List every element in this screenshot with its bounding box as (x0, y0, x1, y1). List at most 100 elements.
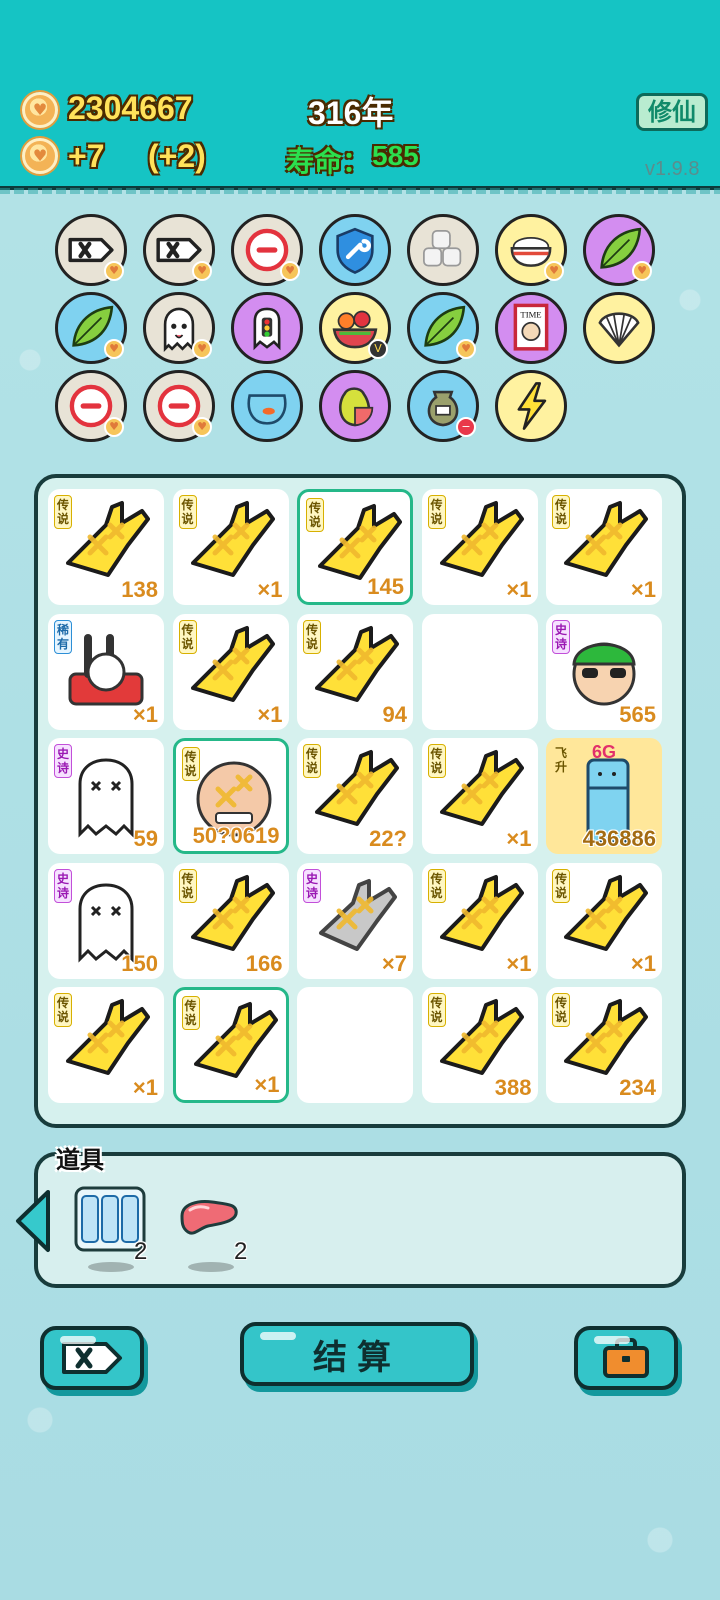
leaf-icon[interactable]: ♥ (55, 292, 127, 364)
item-count: 2 (134, 1238, 148, 1265)
board-cell[interactable]: 史诗 150 (48, 862, 164, 979)
board-cell[interactable]: 传说 ×1 (421, 489, 538, 605)
item-shadow (188, 1262, 234, 1272)
cell-count: 59 (133, 826, 158, 851)
board-cell[interactable]: 史诗 ×7 (297, 862, 413, 979)
minus-circle-icon[interactable]: ♥ (231, 214, 303, 286)
time-magazine-icon[interactable]: TIME (495, 292, 567, 364)
income-coin-icon: ♥ (22, 138, 58, 174)
board-cell[interactable]: 传说 94 (297, 613, 413, 730)
board-cell[interactable]: 史诗 565 (546, 613, 662, 730)
cell-count: ×1 (506, 577, 532, 602)
board-cell[interactable]: 传说 138 (48, 489, 164, 605)
cell-count: ×1 (257, 701, 283, 727)
board-cell[interactable]: 传说 ×1 (421, 738, 538, 854)
ghost-icon[interactable]: ♥ (143, 292, 215, 364)
board-cell[interactable]: 飞升 6G 436886 (546, 738, 662, 854)
heart-badge-icon: ♥ (104, 417, 124, 437)
rarity-tag: 传说 (178, 619, 197, 654)
rarity-tag: 传说 (303, 619, 321, 654)
board-cell[interactable]: 稀有 ×1 (48, 613, 164, 730)
settle-button-label: 结算 (313, 1337, 401, 1378)
v-badge-icon: V (368, 339, 388, 359)
board-cell[interactable]: 传说 166 (172, 862, 289, 979)
leaf-icon[interactable]: ♥ (407, 292, 479, 364)
coin-total: 2304667 (68, 90, 193, 126)
board-cell[interactable]: 传说 ×1 (172, 613, 289, 730)
item-count: 2 (234, 1238, 248, 1265)
cell-count: ×1 (630, 577, 656, 602)
board-cell[interactable]: 传说 ×1 (421, 862, 538, 979)
lightning-icon[interactable] (495, 370, 567, 442)
battery-cross-icon[interactable]: ♥ (55, 214, 127, 286)
rice-bowl-icon[interactable]: ♥ (495, 214, 567, 286)
leaf-icon[interactable]: ♥ (583, 214, 655, 286)
rarity-tag: 传说 (54, 495, 72, 529)
heart-badge-icon: ♥ (104, 339, 124, 359)
board-cell[interactable]: 传说 388 (421, 987, 538, 1103)
rarity-tag: 史诗 (54, 744, 72, 778)
board-cell[interactable]: 传说 ×1 (172, 489, 289, 605)
lifespan-label: 寿命： (286, 146, 371, 177)
rarity-tag: 传说 (552, 868, 570, 903)
button-shine (594, 1336, 630, 1344)
coin-icon: ♥ (22, 92, 58, 128)
cell-count: 388 (494, 1075, 532, 1100)
rarity-tag: 传说 (306, 498, 324, 532)
items-title: 道具 (56, 1146, 104, 1174)
cell-count: 94 (382, 701, 407, 727)
cell-count: 50?0619 (192, 823, 280, 848)
button-shine (60, 1336, 96, 1344)
rarity-tag: 传说 (178, 868, 197, 903)
rarity-tag: 飞升 (552, 744, 570, 776)
minus-circle-icon[interactable]: ♥ (143, 370, 215, 442)
remove-button[interactable] (40, 1326, 144, 1390)
scroll-left-arrow-icon[interactable] (12, 1188, 52, 1254)
money-bag-icon[interactable]: − (407, 370, 479, 442)
cell-count: ×1 (132, 701, 158, 727)
fishbowl-icon[interactable] (231, 370, 303, 442)
cell-count: 138 (121, 577, 158, 602)
heart-badge-icon: ♥ (192, 261, 212, 281)
shell-icon[interactable] (583, 292, 655, 364)
board-cell[interactable]: 传说 ×1 (48, 987, 164, 1103)
heart-badge-icon: ♥ (632, 261, 652, 281)
cell-count: ×1 (506, 950, 532, 976)
cell-count: 436886 (582, 826, 656, 851)
income-value: +7 (68, 138, 105, 174)
board-cell[interactable]: 传说 145 (297, 489, 413, 605)
grapefruit-icon[interactable] (319, 370, 391, 442)
board-cell[interactable]: 传说 22? (297, 738, 413, 854)
cubes-icon[interactable] (407, 214, 479, 286)
fruit-basket-icon[interactable]: V (319, 292, 391, 364)
svg-text:TIME: TIME (520, 310, 541, 320)
empty-board-cell[interactable] (297, 987, 413, 1103)
rarity-tag: 稀有 (54, 619, 72, 654)
board-cell[interactable]: 传说 ×1 (172, 987, 289, 1103)
minus-circle-icon[interactable]: ♥ (55, 370, 127, 442)
cell-count: ×7 (381, 950, 407, 976)
liver-icon[interactable] (178, 1198, 240, 1238)
cell-count: ×1 (506, 826, 532, 851)
cell-count: 234 (619, 1075, 656, 1100)
lifespan-value: 585 (372, 140, 419, 171)
board-cell[interactable]: 传说 ×1 (546, 489, 662, 605)
rarity-tag: 史诗 (303, 868, 321, 903)
shield-wrench-icon[interactable] (319, 214, 391, 286)
bag-button[interactable] (574, 1326, 678, 1390)
traffic-light-ghost-icon[interactable] (231, 292, 303, 364)
cell-count: ×1 (630, 950, 656, 976)
rarity-tag: 传说 (427, 495, 446, 529)
cell-count: ×1 (257, 577, 283, 602)
rarity-tag: 传说 (427, 744, 446, 778)
battery-cross-icon[interactable]: ♥ (143, 214, 215, 286)
board-cell[interactable]: 传说 234 (546, 987, 662, 1103)
briefcase-icon (603, 1338, 649, 1378)
settle-button[interactable]: 结算 (240, 1322, 474, 1386)
empty-board-cell[interactable] (421, 613, 538, 730)
board-cell[interactable]: 传说 ×1 (546, 862, 662, 979)
cultivate-button[interactable]: 修仙 (636, 93, 708, 131)
rarity-tag: 传说 (181, 747, 200, 781)
board-cell[interactable]: 史诗 59 (48, 738, 164, 854)
board-cell[interactable]: 传说 50?0619 (172, 738, 289, 854)
